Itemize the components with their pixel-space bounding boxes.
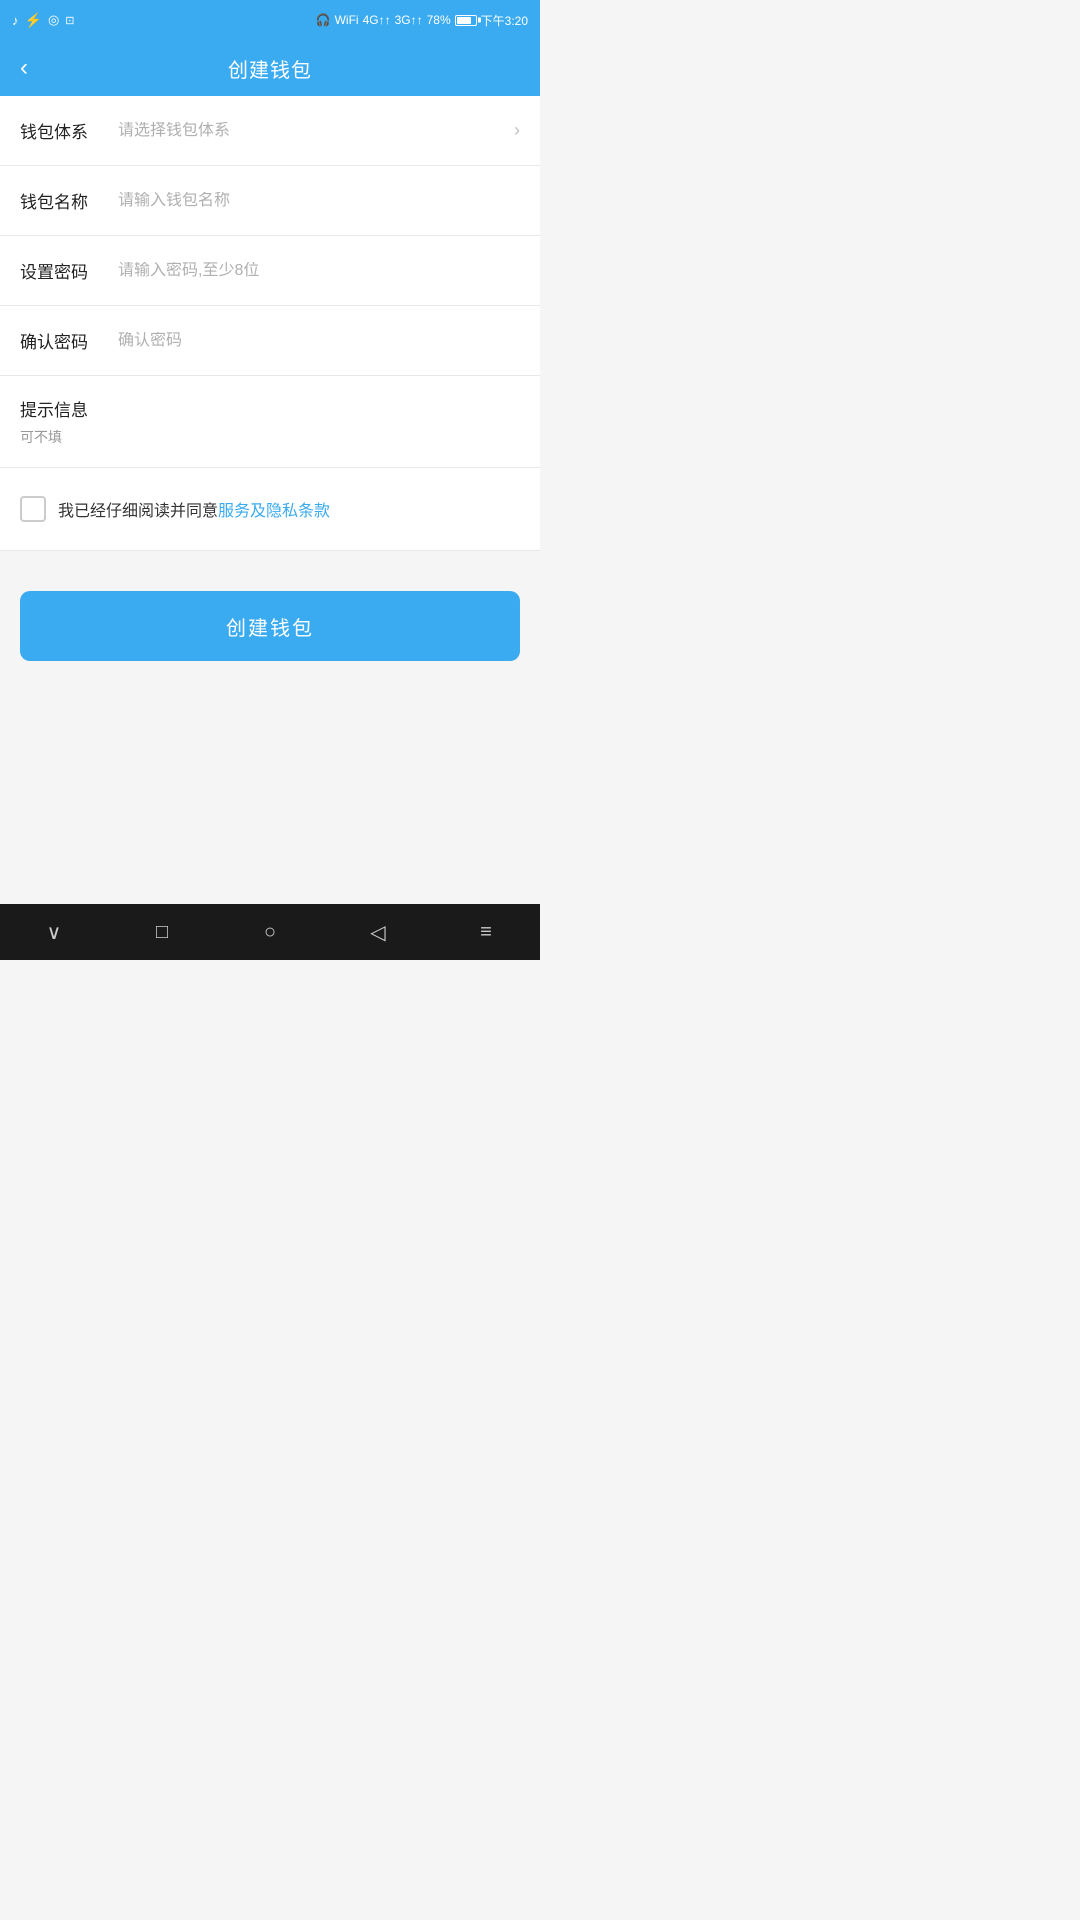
wechat-icon: ◎ [48, 12, 59, 28]
wallet-name-row: 钱包名称 [0, 166, 540, 236]
app-header: ‹ 创建钱包 [0, 40, 540, 96]
battery-icon [455, 15, 477, 26]
hint-label: 提示信息 [20, 396, 520, 421]
nav-square-button[interactable]: □ [138, 908, 186, 956]
wallet-system-input[interactable] [110, 122, 506, 140]
confirm-password-label: 确认密码 [20, 328, 110, 353]
terms-link[interactable]: 服务及隐私条款 [218, 497, 330, 521]
back-button[interactable]: ‹ [20, 56, 28, 80]
status-right-info: 🎧 WiFi 4G↑↑ 3G↑↑ 78% 下午3:20 [316, 12, 528, 29]
headphone-icon: 🎧 [316, 13, 331, 27]
chevron-right-icon: › [514, 120, 520, 141]
form-content: 钱包体系 › 钱包名称 设置密码 确认密码 提示信息 可不填 我已经仔细阅读并同… [0, 96, 540, 551]
agree-row: 我已经仔细阅读并同意服务及隐私条款 [0, 468, 540, 551]
wallet-name-input[interactable] [110, 192, 520, 210]
screen-icon: ⊡ [65, 14, 74, 27]
create-wallet-button[interactable]: 创建钱包 [20, 591, 520, 661]
battery-percent: 78% [427, 13, 451, 27]
signal-4g: 4G↑↑ [363, 13, 391, 27]
password-label: 设置密码 [20, 258, 110, 283]
password-input[interactable] [110, 262, 520, 280]
confirm-password-row: 确认密码 [0, 306, 540, 376]
agree-text-prefix: 我已经仔细阅读并同意 [58, 497, 218, 521]
nav-menu-button[interactable]: ≡ [462, 908, 510, 956]
bottom-nav-bar: ∨ □ ○ ◁ ≡ [0, 904, 540, 960]
wallet-system-label: 钱包体系 [20, 118, 110, 143]
confirm-password-input[interactable] [110, 332, 520, 350]
wallet-name-label: 钱包名称 [20, 188, 110, 213]
nav-down-button[interactable]: ∨ [30, 908, 78, 956]
create-button-wrapper: 创建钱包 [0, 551, 540, 681]
signal-3g: 3G↑↑ [395, 13, 423, 27]
wifi-icon: WiFi [335, 13, 359, 27]
wallet-system-row[interactable]: 钱包体系 › [0, 96, 540, 166]
hint-row: 提示信息 可不填 [0, 376, 540, 468]
status-bar: ♪ ⚡ ◎ ⊡ 🎧 WiFi 4G↑↑ 3G↑↑ 78% 下午3:20 [0, 0, 540, 40]
nav-back-button[interactable]: ◁ [354, 908, 402, 956]
nav-home-button[interactable]: ○ [246, 908, 294, 956]
agree-checkbox[interactable] [20, 496, 46, 522]
snapchat-icon: ⚡ [25, 12, 42, 29]
time: 下午3:20 [481, 12, 528, 29]
music-icon: ♪ [12, 13, 19, 28]
page-title: 创建钱包 [228, 54, 312, 83]
password-row: 设置密码 [0, 236, 540, 306]
hint-sublabel: 可不填 [20, 427, 520, 447]
status-left-icons: ♪ ⚡ ◎ ⊡ [12, 12, 75, 29]
